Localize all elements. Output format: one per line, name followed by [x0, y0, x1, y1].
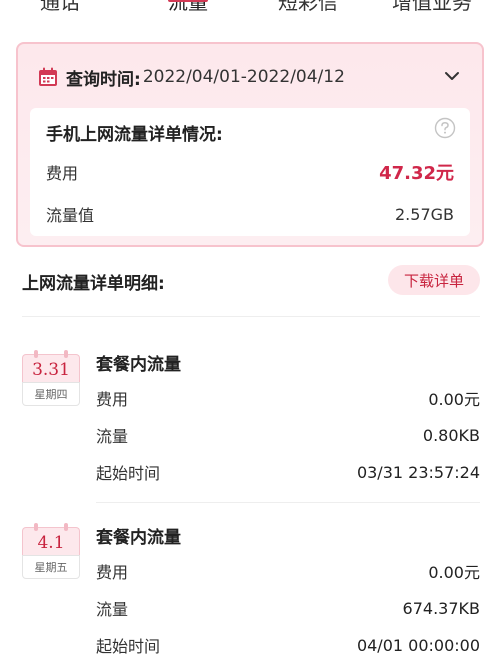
summary-traffic-row: 流量值 2.57GB	[46, 202, 454, 226]
date-badge-top: 4.1	[22, 527, 80, 555]
record-start-label: 起始时间	[96, 637, 161, 656]
summary-fee-label: 费用	[46, 164, 79, 183]
download-detail-label: 下载详单	[403, 271, 464, 290]
record-fee-label: 费用	[96, 390, 129, 409]
tab-calls[interactable]: 通话	[40, 0, 80, 15]
traffic-record[interactable]: 4.1 星期五 套餐内流量 费用 0.00元 流量 674.37KB 起始时间 …	[0, 515, 500, 665]
query-card: 查询时间: 2022/04/01-2022/04/12 手机上网流量详单情况: …	[16, 42, 484, 247]
record-traffic-label: 流量	[96, 600, 129, 619]
calendar-ring-icon	[34, 523, 38, 531]
divider	[96, 502, 480, 503]
record-date: 4.1	[37, 533, 65, 553]
date-badge: 4.1 星期五	[22, 523, 80, 579]
query-time-range: 2022/04/01-2022/04/12	[142, 67, 345, 87]
query-time-selector[interactable]: 查询时间: 2022/04/01-2022/04/12	[38, 64, 345, 90]
calendar-ring-icon	[34, 350, 38, 358]
chevron-down-icon[interactable]	[444, 68, 460, 84]
calendar-ring-icon	[64, 350, 68, 358]
summary-title: 手机上网流量详单情况:	[46, 125, 223, 145]
summary-fee-row: 费用 47.32元	[46, 160, 454, 184]
record-traffic-row: 流量 0.80KB	[96, 423, 480, 447]
question-circle-icon[interactable]	[434, 117, 456, 139]
record-start-value: 03/31 23:57:24	[356, 462, 480, 482]
date-badge-bottom: 星期五	[22, 555, 80, 579]
date-badge-bottom: 星期四	[22, 382, 80, 406]
divider	[22, 316, 480, 317]
record-traffic-value: 0.80KB	[422, 425, 480, 445]
record-weekday: 星期四	[34, 388, 68, 401]
record-fee-value: 0.00元	[428, 390, 480, 409]
top-tab-bar: 通话 流量 短彩信 增值业务	[0, 0, 500, 14]
record-fee-row: 费用 0.00元	[96, 386, 480, 410]
record-title: 套餐内流量	[96, 355, 181, 375]
record-start-value: 04/01 00:00:00	[356, 635, 480, 655]
summary-traffic-label: 流量值	[46, 206, 95, 225]
query-time-label: 查询时间:	[66, 69, 141, 90]
record-title: 套餐内流量	[96, 528, 181, 548]
detail-section-title: 上网流量详单明细:	[22, 274, 165, 294]
date-badge: 3.31 星期四	[22, 350, 80, 406]
record-traffic-label: 流量	[96, 427, 129, 446]
record-weekday: 星期五	[34, 561, 68, 574]
record-date: 3.31	[32, 360, 70, 380]
traffic-summary-panel: 手机上网流量详单情况: 费用 47.32元 流量值 2.57GB	[30, 108, 470, 236]
record-fee-label: 费用	[96, 563, 129, 582]
download-detail-button[interactable]: 下载详单	[388, 265, 480, 295]
summary-fee-value: 47.32元	[379, 163, 454, 184]
record-fee-row: 费用 0.00元	[96, 559, 480, 583]
tab-traffic[interactable]: 流量	[168, 0, 208, 15]
record-traffic-value: 674.37KB	[402, 598, 480, 618]
summary-traffic-value: 2.57GB	[395, 204, 454, 224]
record-start-row: 起始时间 04/01 00:00:00	[96, 633, 480, 657]
record-fee-value: 0.00元	[428, 563, 480, 582]
tab-sms[interactable]: 短彩信	[278, 0, 338, 15]
calendar-ring-icon	[64, 523, 68, 531]
date-badge-top: 3.31	[22, 354, 80, 382]
active-tab-indicator	[168, 0, 208, 2]
record-start-row: 起始时间 03/31 23:57:24	[96, 460, 480, 484]
record-start-label: 起始时间	[96, 464, 161, 483]
traffic-record[interactable]: 3.31 星期四 套餐内流量 费用 0.00元 流量 0.80KB 起始时间 0…	[0, 342, 500, 492]
tab-value-added[interactable]: 增值业务	[392, 0, 472, 15]
record-traffic-row: 流量 674.37KB	[96, 596, 480, 620]
calendar-icon	[39, 67, 57, 86]
